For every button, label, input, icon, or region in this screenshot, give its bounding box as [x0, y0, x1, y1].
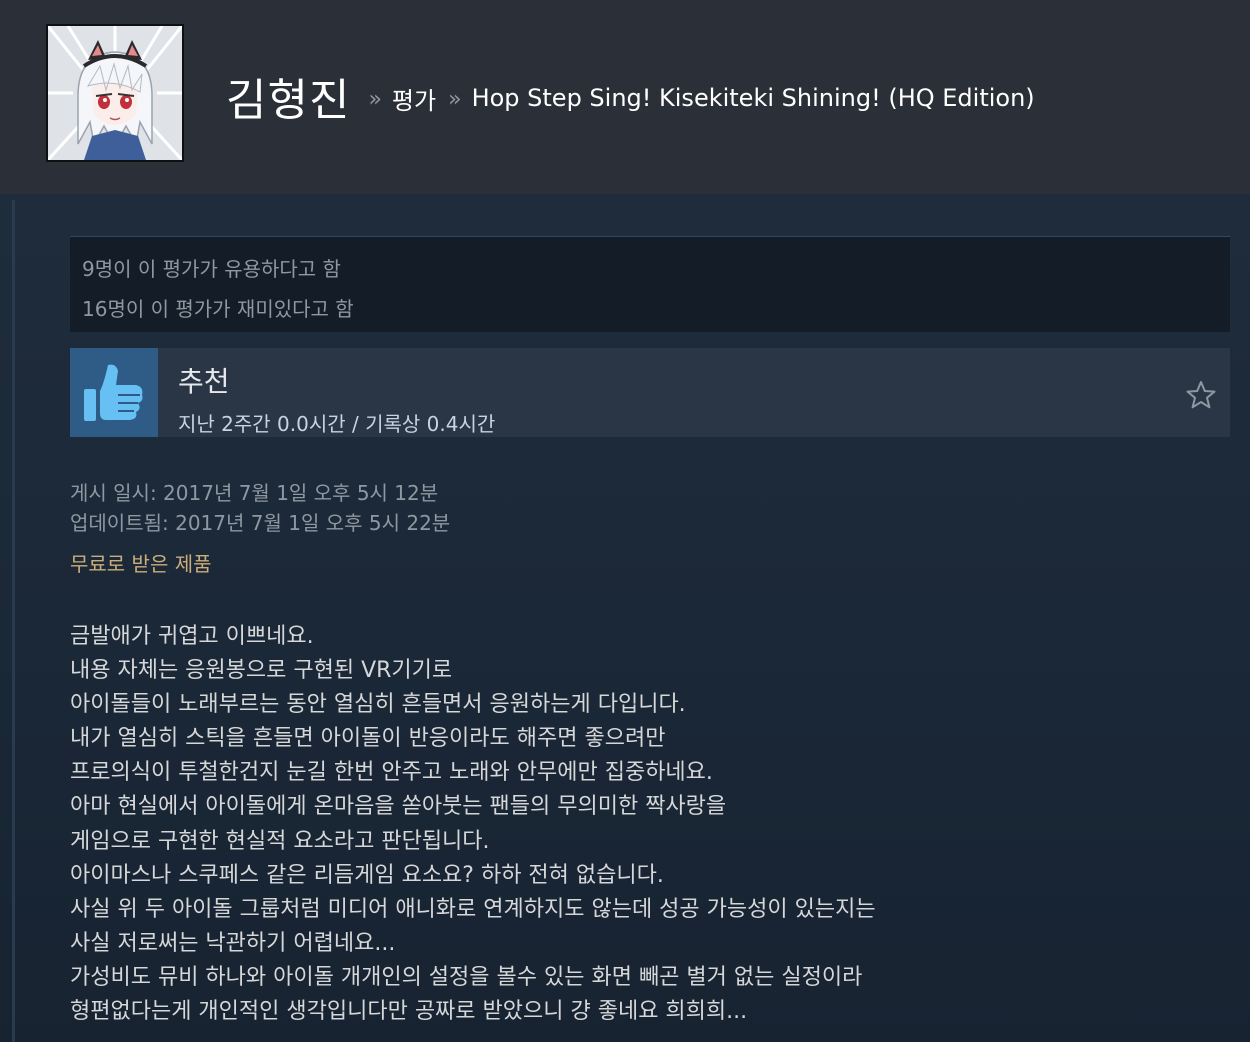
helpful-count: 9명이 이 평가가 유용하다고 함	[82, 257, 341, 281]
recommendation-title: 추천	[178, 365, 230, 398]
reviews-link[interactable]: 평가	[392, 81, 436, 116]
review-page: 김형진 » 평가 » Hop Step Sing! Kisekiteki Shi…	[0, 0, 1250, 1042]
received-free-tag: 무료로 받은 제품	[70, 552, 212, 576]
review-line: 금발애가 귀엽고 이쁘네요.	[70, 624, 314, 649]
playtime-hours: 지난 2주간 0.0시간 / 기록상 0.4시간	[178, 412, 496, 436]
funny-count: 16명이 이 평가가 재미있다고 함	[82, 297, 354, 321]
review-line: 아이마스나 스쿠페스 같은 리듬게임 요소요? 하하 전혀 없습니다.	[70, 862, 664, 888]
breadcrumb-separator: »	[368, 86, 382, 112]
breadcrumb: 김형진 » 평가 » Hop Step Sing! Kisekiteki Shi…	[226, 64, 1035, 128]
review-line: 프로의식이 투철한건지 눈길 한번 안주고 노래와 안무에만 집중하네요.	[70, 760, 713, 786]
review-body: 금발애가 귀엽고 이쁘네요. 내용 자체는 응원봉으로 구현된 VR기기로 아이…	[70, 620, 1190, 1029]
review-line: 게임으로 구현한 현실적 요소라고 판단됩니다.	[70, 828, 490, 854]
profile-header: 김형진 » 평가 » Hop Step Sing! Kisekiteki Shi…	[0, 0, 1250, 194]
star-outline-icon[interactable]	[1184, 378, 1218, 412]
review-line: 내용 자체는 응원봉으로 구현된 VR기기로	[70, 658, 453, 684]
recommendation-header: 추천 지난 2주간 0.0시간 / 기록상 0.4시간	[70, 348, 1230, 437]
updated-date: 업데이트됨: 2017년 7월 1일 오후 5시 22분	[70, 511, 451, 535]
review-line: 사실 저로써는 낙관하기 어렵네요...	[70, 930, 396, 956]
review-line: 형편없다는게 개인적인 생각입니다만 공짜로 받았으니 걍 좋네요 희희희...	[70, 999, 748, 1025]
game-title-link[interactable]: Hop Step Sing! Kisekiteki Shining! (HQ E…	[472, 84, 1035, 112]
left-divider	[12, 200, 15, 1042]
vote-summary: 9명이 이 평가가 유용하다고 함 16명이 이 평가가 재미있다고 함	[70, 236, 1230, 332]
user-name-link[interactable]: 김형진	[226, 64, 350, 128]
review-line: 가성비도 뮤비 하나와 아이돌 개개인의 설정을 볼수 있는 화면 빼곤 별거 …	[70, 964, 863, 990]
review-line: 아마 현실에서 아이돌에게 온마음을 쏟아붓는 팬들의 무의미한 짝사랑을	[70, 794, 727, 820]
thumbs-up-icon	[70, 348, 158, 437]
breadcrumb-separator: »	[448, 86, 462, 112]
review-line: 내가 열심히 스틱을 흔들면 아이돌이 반응이라도 해주면 좋으려만	[70, 726, 666, 752]
review-line: 사실 위 두 아이돌 그룹처럼 미디어 애니화로 연계하지도 않는데 성공 가능…	[70, 896, 876, 922]
anime-avatar-icon[interactable]	[46, 24, 184, 162]
review-line: 아이돌들이 노래부르는 동안 열심히 흔들면서 응원하는게 다입니다.	[70, 692, 686, 718]
posted-date: 게시 일시: 2017년 7월 1일 오후 5시 12분	[70, 481, 439, 505]
